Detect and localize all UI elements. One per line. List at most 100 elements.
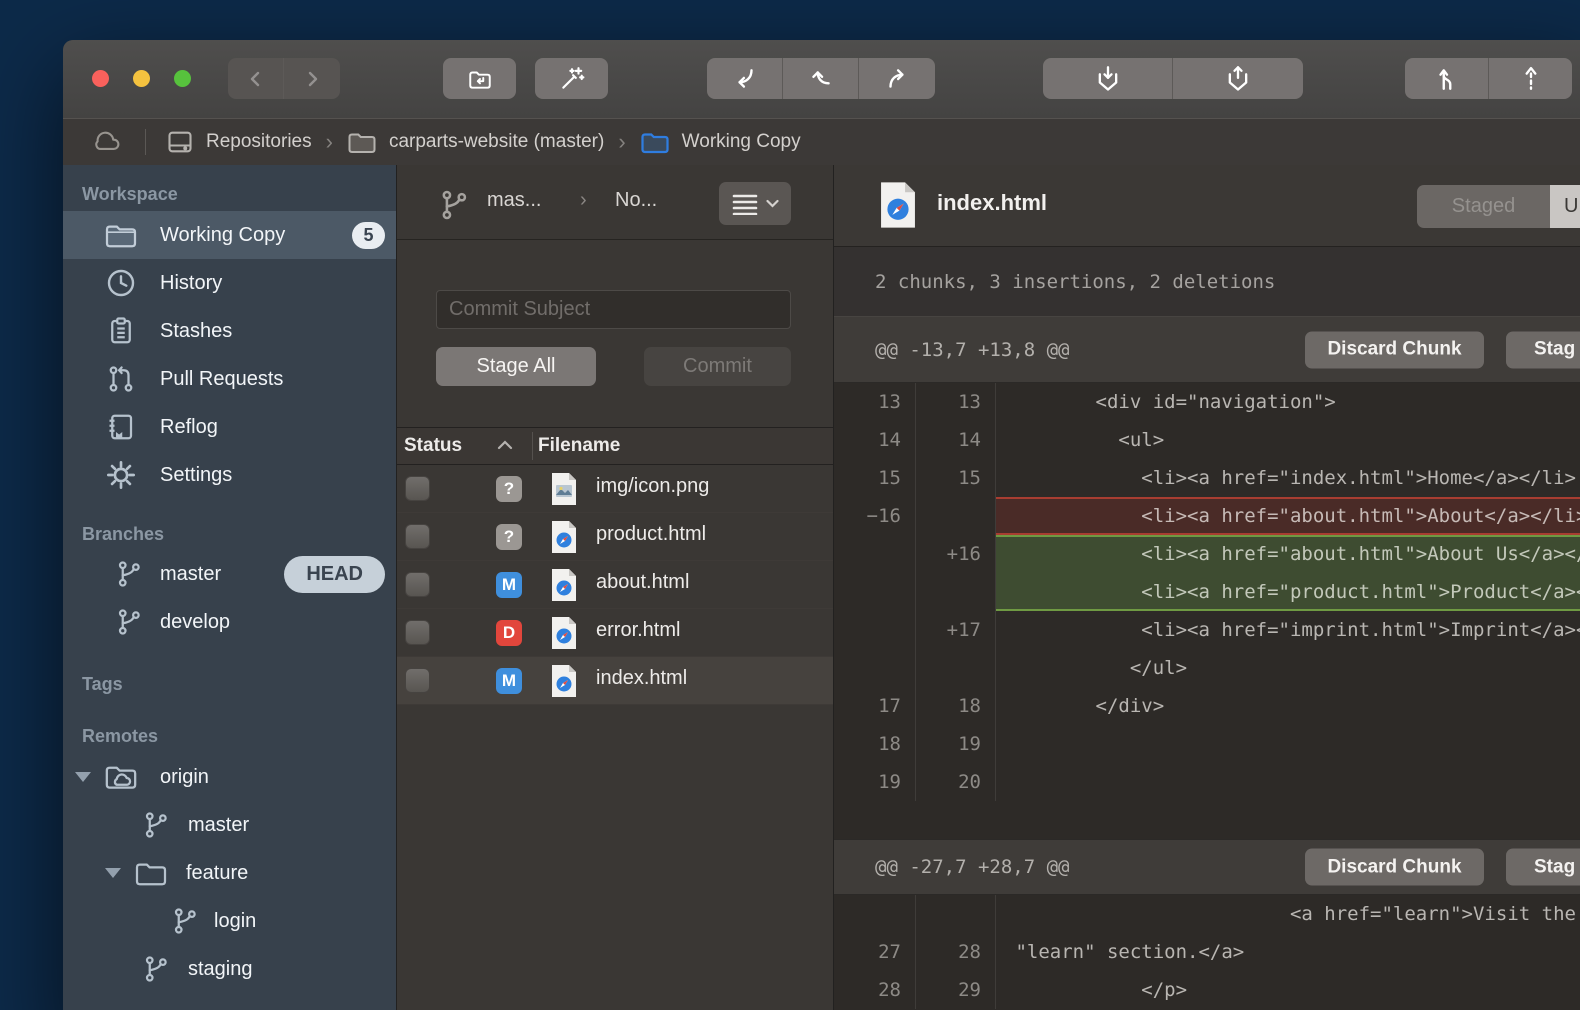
breadcrumb-label: Working Copy (682, 131, 801, 153)
stash-pop-icon (1224, 65, 1252, 93)
segment-unstaged[interactable]: U (1550, 185, 1580, 228)
stash-button[interactable] (1043, 58, 1173, 99)
sidebar-item-working-copy[interactable]: Working Copy 5 (63, 211, 396, 259)
diff-line[interactable]: 1819 (834, 725, 1580, 763)
sidebar-item-history[interactable]: History (63, 259, 396, 307)
rebase-button[interactable] (1489, 58, 1572, 99)
segment-staged[interactable]: Staged (1417, 185, 1550, 228)
back-button[interactable] (228, 58, 284, 99)
sync-group (707, 58, 935, 99)
old-line-number: −16 (834, 497, 916, 535)
pull-icon (808, 66, 834, 92)
disclosure-triangle-icon[interactable] (75, 772, 91, 782)
stage-checkbox[interactable] (405, 668, 430, 693)
push-button[interactable] (859, 58, 935, 99)
column-status[interactable]: Status (404, 435, 462, 457)
table-row-selected[interactable]: M index.html (397, 657, 833, 705)
magic-wand-icon (559, 66, 585, 92)
diff-chunk-1: 1313 <div id="navigation"> 1414 <ul> 151… (834, 383, 1580, 801)
diff-line[interactable]: </ul> (834, 649, 1580, 687)
forward-button[interactable] (284, 58, 340, 99)
view-options-button[interactable] (719, 182, 791, 225)
discard-chunk-button[interactable]: Discard Chunk (1305, 849, 1484, 886)
diff-line[interactable]: 2829 </p> (834, 971, 1580, 1009)
cloud-icon[interactable] (93, 129, 123, 155)
diff-line[interactable]: 1718 </div> (834, 687, 1580, 725)
current-branch-label[interactable]: mas... (487, 189, 541, 212)
status-badge: ? (496, 524, 522, 550)
sort-ascending-icon[interactable] (497, 439, 513, 450)
old-line-number: 15 (834, 459, 916, 497)
sidebar-item-label: origin (160, 766, 209, 789)
diff-panel: index.html Staged U 2 chunks, 3 insertio… (834, 165, 1580, 1010)
breadcrumb-repo[interactable]: carparts-website (master) (347, 129, 604, 155)
diff-line[interactable]: 2728 "learn" section.</a> (834, 933, 1580, 971)
breadcrumb-working-copy[interactable]: Working Copy (640, 129, 801, 155)
disclosure-triangle-icon[interactable] (105, 868, 121, 878)
table-row[interactable]: ? img/icon.png (397, 465, 833, 513)
stage-all-button[interactable]: Stage All (436, 347, 596, 386)
sidebar-item-pull-requests[interactable]: Pull Requests (63, 355, 396, 403)
stage-chunk-button[interactable]: Stag (1506, 331, 1580, 368)
diff-line[interactable]: 1313 <div id="navigation"> (834, 383, 1580, 421)
stage-checkbox[interactable] (405, 620, 430, 645)
code-text: <li><a href="about.html">About</a></li> (996, 497, 1580, 535)
table-row[interactable]: M about.html (397, 561, 833, 609)
zoom-icon[interactable] (174, 70, 191, 87)
diff-line[interactable]: 1920 (834, 763, 1580, 801)
column-filename[interactable]: Filename (538, 435, 620, 457)
pull-button[interactable] (783, 58, 859, 99)
fetch-button[interactable] (707, 58, 783, 99)
commit-button[interactable]: Commit (644, 347, 791, 386)
diff-line[interactable]: +17 <li><a href="imprint.html">Imprint</… (834, 611, 1580, 649)
diff-chunk-2: <a href="learn">Visit the 2728 "learn" s… (834, 895, 1580, 1009)
minimize-icon[interactable] (133, 70, 150, 87)
chunk-range: @@ -27,7 +28,7 @@ (875, 856, 1069, 878)
merge-button[interactable] (1405, 58, 1489, 99)
commit-target-label[interactable]: No... (615, 189, 657, 212)
open-repo-button[interactable] (443, 58, 516, 99)
diff-line-removed[interactable]: −16 <li><a href="about.html">About</a></… (834, 497, 1580, 535)
discard-chunk-button[interactable]: Discard Chunk (1305, 331, 1484, 368)
old-line-number: 19 (834, 763, 916, 801)
stage-checkbox[interactable] (405, 524, 430, 549)
sidebar-item-reflog[interactable]: Reflog (63, 403, 396, 451)
nav-group (228, 58, 340, 99)
filename: about.html (596, 571, 689, 594)
sidebar-item-remote-feature[interactable]: feature (63, 849, 396, 897)
filename: error.html (596, 619, 680, 642)
sidebar-item-remote-master[interactable]: master (63, 801, 396, 849)
diff-line[interactable]: 1414 <ul> (834, 421, 1580, 459)
new-line-number (916, 497, 996, 535)
old-line-number (834, 649, 916, 687)
pop-stash-button[interactable] (1173, 58, 1303, 99)
diff-line[interactable]: <a href="learn">Visit the (834, 895, 1580, 933)
sidebar-item-settings[interactable]: Settings (63, 451, 396, 499)
breadcrumb-repositories[interactable]: Repositories (166, 129, 312, 155)
clipboard-icon (103, 315, 139, 347)
quick-actions-button[interactable] (535, 58, 608, 99)
status-badge: D (496, 620, 522, 646)
sidebar-item-stashes[interactable]: Stashes (63, 307, 396, 355)
diff-line-added[interactable]: +16 <li><a href="about.html">About Us</a… (834, 535, 1580, 573)
stage-chunk-button[interactable]: Stag (1506, 849, 1580, 886)
sidebar-item-branch-develop[interactable]: develop (63, 598, 396, 646)
commit-subject-input[interactable] (436, 290, 791, 329)
code-text: </div> (996, 687, 1580, 725)
table-row[interactable]: D error.html (397, 609, 833, 657)
sidebar-item-remote-origin[interactable]: origin (63, 753, 396, 801)
sidebar-item-branch-master[interactable]: master HEAD (63, 550, 396, 598)
diff-line-added[interactable]: <li><a href="product.html">Product</a></… (834, 573, 1580, 611)
diff-line[interactable]: 1515 <li><a href="index.html">Home</a></… (834, 459, 1580, 497)
table-row[interactable]: ? product.html (397, 513, 833, 561)
fetch-icon (732, 66, 758, 92)
stage-checkbox[interactable] (405, 572, 430, 597)
branch-icon (437, 187, 471, 223)
close-icon[interactable] (92, 70, 109, 87)
sidebar-item-remote-staging[interactable]: staging (63, 945, 396, 993)
sidebar-item-label: Working Copy (160, 224, 285, 247)
sidebar-item-label: master (188, 814, 249, 837)
sidebar-item-remote-login[interactable]: login (63, 897, 396, 945)
stage-checkbox[interactable] (405, 476, 430, 501)
old-line-number: 14 (834, 421, 916, 459)
